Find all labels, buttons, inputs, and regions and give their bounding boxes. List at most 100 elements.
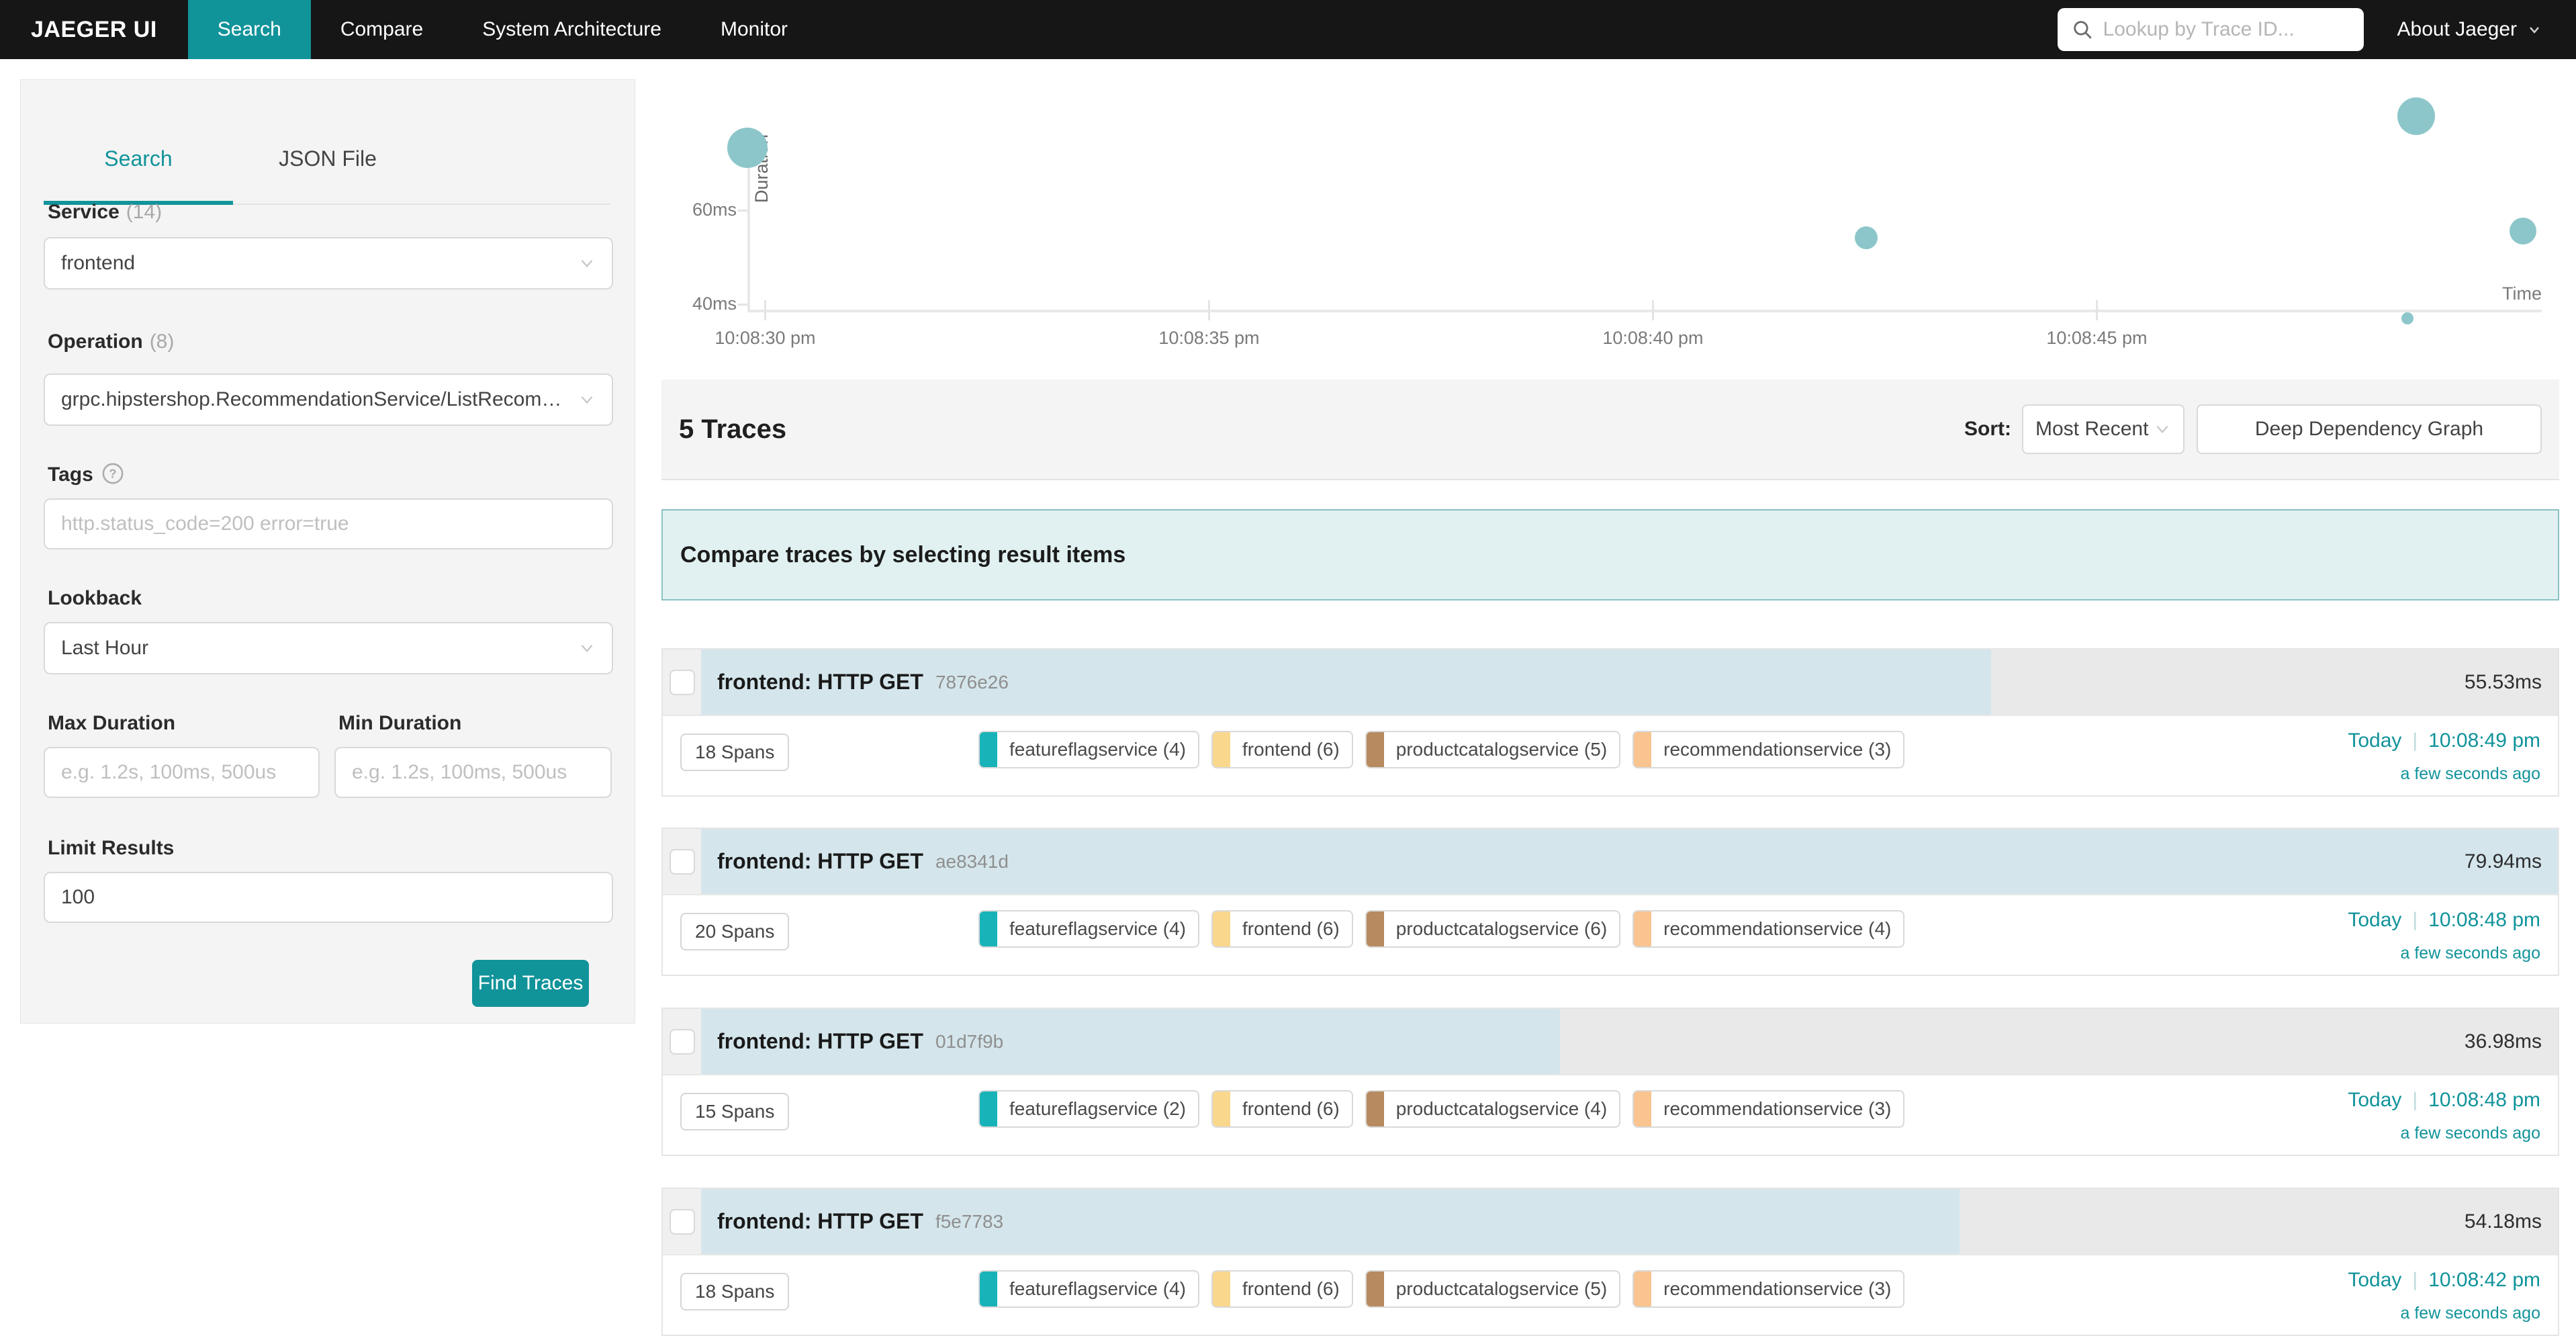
trace-id: ae8341d bbox=[935, 851, 1009, 873]
deep-dependency-graph-button[interactable]: Deep Dependency Graph bbox=[2197, 404, 2542, 454]
tab-json-file[interactable]: JSON File bbox=[233, 114, 422, 204]
trace-title[interactable]: frontend: HTTP GET bbox=[717, 1029, 923, 1054]
trace-scatter-point[interactable] bbox=[2397, 97, 2435, 135]
trace-card-header[interactable]: frontend: HTTP GET 01d7f9b 36.98ms bbox=[663, 1009, 2558, 1075]
trace-checkbox-column bbox=[663, 829, 701, 894]
sort-select[interactable]: Most Recent bbox=[2022, 404, 2184, 454]
trace-title[interactable]: frontend: HTTP GET bbox=[717, 670, 923, 695]
service-chip-label: featureflagservice (4) bbox=[997, 911, 1198, 946]
trace-select-checkbox[interactable] bbox=[670, 1029, 695, 1055]
limit-results-label: Limit Results bbox=[48, 837, 174, 860]
trace-id: f5e7783 bbox=[935, 1211, 1003, 1233]
nav-item-search[interactable]: Search bbox=[188, 0, 311, 59]
chevron-down-icon bbox=[578, 255, 596, 272]
compare-banner: Compare traces by selecting result items bbox=[661, 509, 2559, 600]
trace-duration-bar-track: frontend: HTTP GET f5e7783 54.18ms bbox=[701, 1189, 2558, 1254]
operation-label: Operation(8) bbox=[48, 330, 174, 353]
trace-checkbox-column bbox=[663, 650, 701, 715]
trace-lookup-input[interactable]: Lookup by Trace ID... bbox=[2058, 8, 2364, 51]
max-duration-input[interactable]: e.g. 1.2s, 100ms, 500us bbox=[44, 747, 320, 798]
help-icon[interactable]: ? bbox=[101, 462, 124, 485]
trace-duration: 54.18ms bbox=[2465, 1210, 2542, 1233]
trace-card-header[interactable]: frontend: HTTP GET ae8341d 79.94ms bbox=[663, 829, 2558, 895]
trace-scatter-point[interactable] bbox=[1855, 226, 1878, 249]
service-color-swatch bbox=[1213, 732, 1230, 767]
tags-input[interactable]: http.status_code=200 error=true bbox=[44, 498, 613, 549]
service-chip-label: productcatalogservice (5) bbox=[1384, 732, 1619, 767]
trace-id: 7876e26 bbox=[935, 672, 1009, 693]
service-chip-label: recommendationservice (3) bbox=[1651, 732, 1903, 767]
nav-item-system-architecture[interactable]: System Architecture bbox=[453, 0, 691, 59]
about-jaeger-menu[interactable]: About Jaeger bbox=[2391, 0, 2576, 59]
trace-card-body: 18 Spans featureflagservice (4) frontend… bbox=[663, 716, 2558, 795]
tags-label: Tags ? bbox=[48, 462, 124, 490]
x-tick-mark bbox=[1652, 300, 1654, 320]
service-color-swatch bbox=[1367, 911, 1384, 946]
y-tick-mark bbox=[738, 210, 747, 212]
trace-time: 10:08:49 pm bbox=[2428, 729, 2540, 752]
trace-scatter-point[interactable] bbox=[727, 128, 768, 168]
svg-text:?: ? bbox=[109, 466, 116, 480]
duration-scatter-chart[interactable]: Duration Time 60ms40ms10:08:30 pm10:08:3… bbox=[661, 67, 2559, 380]
service-chip-label: productcatalogservice (6) bbox=[1384, 911, 1619, 946]
y-tick-label: 40ms bbox=[670, 294, 737, 314]
service-chip-label: frontend (6) bbox=[1230, 732, 1352, 767]
app-logo[interactable]: JAEGER UI bbox=[0, 0, 188, 59]
max-duration-label: Max Duration bbox=[48, 712, 175, 735]
limit-results-input[interactable]: 100 bbox=[44, 872, 613, 923]
tab-search[interactable]: Search bbox=[44, 114, 233, 204]
x-tick-mark bbox=[1208, 300, 1210, 320]
trace-lookup-placeholder: Lookup by Trace ID... bbox=[2103, 18, 2295, 41]
x-tick-mark bbox=[2096, 300, 2098, 320]
trace-card-header[interactable]: frontend: HTTP GET 7876e26 55.53ms bbox=[663, 650, 2558, 716]
y-tick-mark bbox=[738, 304, 747, 306]
trace-card-body: 18 Spans featureflagservice (4) frontend… bbox=[663, 1255, 2558, 1335]
x-tick-mark bbox=[764, 300, 766, 320]
trace-timestamps: Today|10:08:48 pm a few seconds ago bbox=[2348, 1089, 2540, 1143]
service-color-swatch bbox=[980, 732, 997, 767]
trace-title[interactable]: frontend: HTTP GET bbox=[717, 1209, 923, 1234]
service-color-swatch bbox=[1213, 911, 1230, 946]
trace-select-checkbox[interactable] bbox=[670, 670, 695, 695]
service-chip: productcatalogservice (5) bbox=[1365, 731, 1620, 768]
service-chip: recommendationservice (3) bbox=[1632, 1270, 1904, 1308]
lookback-label: Lookback bbox=[48, 587, 142, 610]
trace-result-card: frontend: HTTP GET f5e7783 54.18ms 18 Sp… bbox=[661, 1188, 2559, 1336]
trace-day: Today bbox=[2348, 729, 2401, 752]
nav-item-monitor[interactable]: Monitor bbox=[691, 0, 817, 59]
service-chip-label: featureflagservice (2) bbox=[997, 1092, 1198, 1126]
service-chip-list: featureflagservice (4) frontend (6) prod… bbox=[978, 1270, 1904, 1308]
service-color-swatch bbox=[1213, 1092, 1230, 1126]
trace-scatter-point[interactable] bbox=[2510, 218, 2536, 244]
timestamp-separator: | bbox=[2412, 729, 2418, 752]
service-chip-list: featureflagservice (4) frontend (6) prod… bbox=[978, 910, 1904, 948]
trace-relative-time: a few seconds ago bbox=[2348, 1124, 2540, 1143]
service-chip-label: productcatalogservice (4) bbox=[1384, 1092, 1619, 1126]
trace-day: Today bbox=[2348, 1089, 2401, 1111]
trace-title[interactable]: frontend: HTTP GET bbox=[717, 849, 923, 874]
span-count-chip: 18 Spans bbox=[680, 1273, 789, 1310]
min-duration-input[interactable]: e.g. 1.2s, 100ms, 500us bbox=[334, 747, 612, 798]
chevron-down-icon bbox=[578, 391, 596, 408]
x-axis-line bbox=[747, 310, 2542, 312]
service-chip: frontend (6) bbox=[1211, 731, 1353, 768]
trace-select-checkbox[interactable] bbox=[670, 1209, 695, 1235]
service-chip: productcatalogservice (4) bbox=[1365, 1090, 1620, 1128]
nav-item-compare[interactable]: Compare bbox=[311, 0, 453, 59]
service-chip-label: frontend (6) bbox=[1230, 1272, 1352, 1306]
lookback-select[interactable]: Last Hour bbox=[44, 622, 613, 674]
service-color-swatch bbox=[1367, 1272, 1384, 1306]
min-duration-label: Min Duration bbox=[338, 712, 461, 735]
service-chip-label: recommendationservice (3) bbox=[1651, 1272, 1903, 1306]
find-traces-button[interactable]: Find Traces bbox=[472, 960, 589, 1007]
trace-card-header[interactable]: frontend: HTTP GET f5e7783 54.18ms bbox=[663, 1189, 2558, 1255]
operation-select[interactable]: grpc.hipstershop.RecommendationService/L… bbox=[44, 373, 613, 426]
service-color-swatch bbox=[1634, 1092, 1651, 1126]
service-select[interactable]: frontend bbox=[44, 237, 613, 290]
service-chip: recommendationservice (3) bbox=[1632, 731, 1904, 768]
compare-banner-text: Compare traces by selecting result items bbox=[680, 542, 1125, 568]
trace-scatter-point[interactable] bbox=[2401, 312, 2413, 324]
trace-select-checkbox[interactable] bbox=[670, 849, 695, 875]
service-chip-label: recommendationservice (3) bbox=[1651, 1092, 1903, 1126]
service-color-swatch bbox=[1634, 911, 1651, 946]
